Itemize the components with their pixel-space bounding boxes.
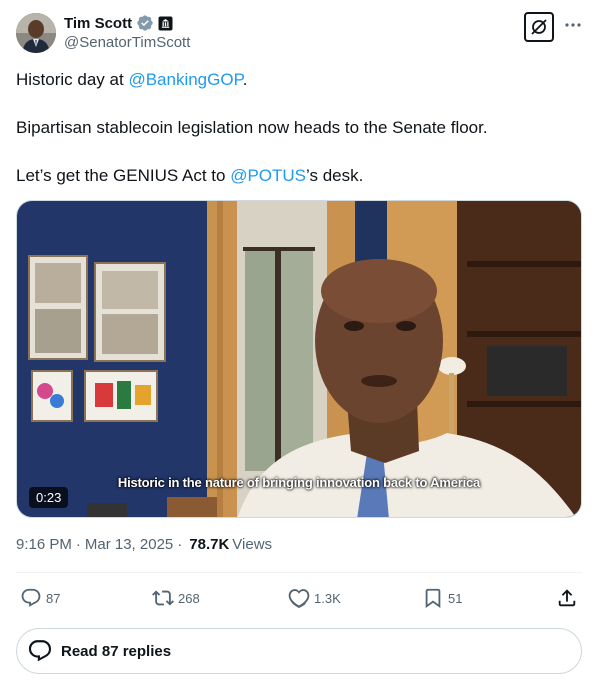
tweet-line-1-text: Historic day at [16, 70, 129, 89]
tweet-line-1: Historic day at @BankingGOP. [16, 68, 582, 92]
like-count: 1.3K [314, 590, 341, 606]
mention-bankinggop[interactable]: @BankingGOP [128, 70, 242, 89]
read-replies-button[interactable]: Read 87 replies [16, 628, 582, 674]
share-icon [558, 589, 576, 607]
tweet-time[interactable]: 9:16 PM [16, 536, 72, 553]
meta-separator: · [177, 536, 183, 553]
views-count: 78.7K [189, 536, 230, 553]
views-label: Views [232, 536, 273, 553]
reply-icon [21, 588, 41, 607]
meta-separator: · [75, 536, 81, 553]
display-name[interactable]: Tim Scott [64, 15, 132, 32]
tweet-header: Tim Scott @SenatorTimScott [16, 12, 582, 56]
replies-bubble-icon [28, 640, 52, 662]
author-handle[interactable]: @SenatorTimScott [64, 34, 190, 51]
bookmark-button[interactable]: 51 [422, 584, 462, 612]
repost-button[interactable]: 268 [152, 584, 200, 612]
author-names: Tim Scott @SenatorTimScott [64, 13, 190, 52]
government-affiliation-icon[interactable] [158, 16, 173, 31]
bookmark-count: 51 [448, 590, 463, 606]
tweet-line-3-text: Let’s get the GENIUS Act to [16, 166, 231, 185]
tweet-date[interactable]: Mar 13, 2025 [85, 536, 173, 553]
tweet-meta: 9:16 PM · Mar 13, 2025 · 78.7K Views [16, 536, 272, 553]
grok-icon[interactable] [524, 12, 554, 42]
bookmark-icon [425, 588, 441, 609]
video-duration: 0:23 [29, 487, 69, 508]
share-button[interactable] [556, 584, 582, 612]
reply-count: 87 [46, 590, 61, 606]
mention-potus[interactable]: @POTUS [230, 166, 306, 185]
tweet-line-3-suffix: ’s desk. [306, 166, 364, 185]
tweet-line-2: Bipartisan stablecoin legislation now he… [16, 118, 488, 137]
video-frame [17, 201, 581, 517]
repost-count: 268 [178, 590, 200, 606]
verified-badge-icon[interactable] [136, 14, 154, 32]
tweet-line-1-suffix: . [242, 70, 248, 89]
video-caption: Historic in the nature of bringing innov… [117, 475, 481, 490]
more-icon[interactable] [562, 14, 584, 36]
avatar[interactable] [16, 13, 56, 53]
action-bar: 87 268 1.3K 51 [16, 584, 582, 612]
tweet-line-3: Let’s get the GENIUS Act to @POTUS’s des… [16, 164, 582, 188]
divider [16, 572, 582, 573]
tweet-text: Historic day at @BankingGOP. Bipartisan … [16, 68, 582, 188]
read-replies-label: Read 87 replies [61, 642, 172, 660]
like-button[interactable]: 1.3K [288, 584, 341, 612]
repost-icon [152, 590, 174, 606]
reply-button[interactable]: 87 [20, 584, 60, 612]
like-icon [288, 589, 310, 608]
video-player[interactable]: Historic in the nature of bringing innov… [16, 200, 582, 518]
